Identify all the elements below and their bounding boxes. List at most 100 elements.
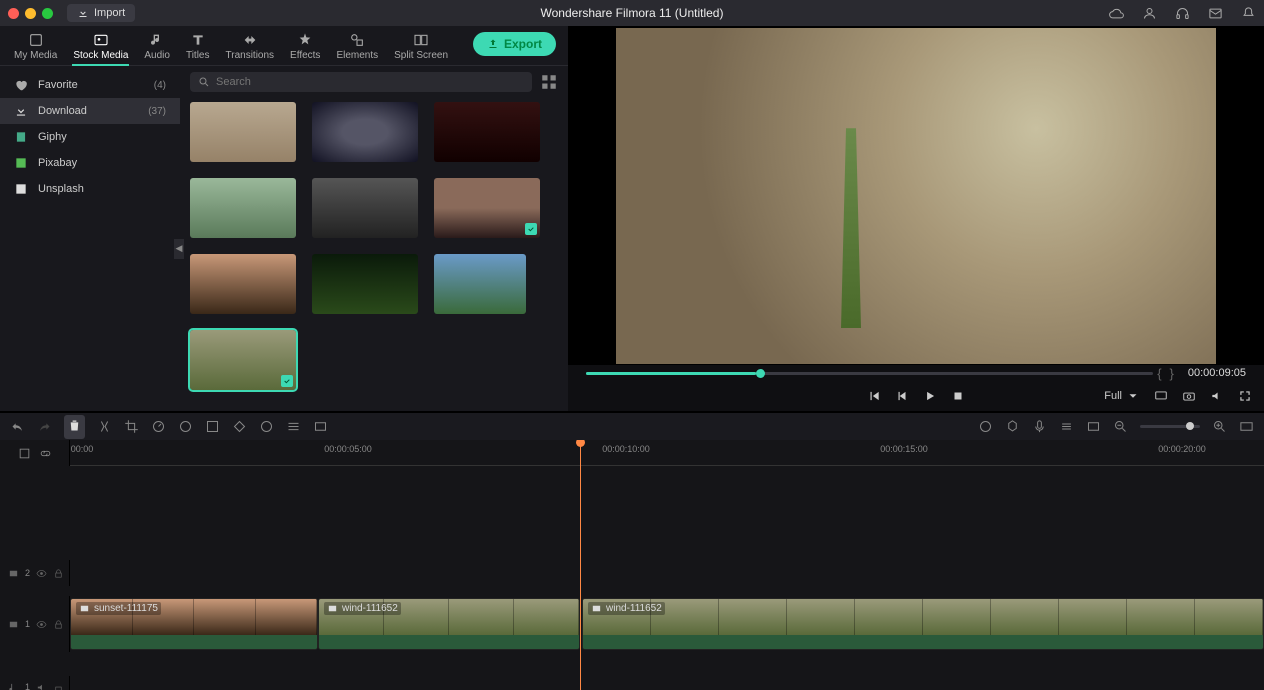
- display-icon[interactable]: [1154, 389, 1168, 403]
- preview-viewport[interactable]: [568, 26, 1264, 365]
- timeline-clip[interactable]: wind-111652: [582, 598, 1264, 650]
- prev-frame-icon[interactable]: [867, 389, 881, 403]
- sidebar-item-giphy[interactable]: Giphy: [0, 124, 180, 150]
- crop-icon[interactable]: [124, 419, 139, 434]
- tab-stock-media[interactable]: Stock Media: [65, 28, 136, 65]
- tab-audio[interactable]: Audio: [136, 28, 178, 65]
- mixer-icon[interactable]: [978, 419, 993, 434]
- tab-my-media[interactable]: My Media: [6, 28, 65, 65]
- audio-track-1: 1: [0, 676, 1264, 690]
- account-icon[interactable]: [1142, 6, 1157, 21]
- lock-icon[interactable]: [53, 619, 64, 630]
- tabs-row: My Media Stock Media Audio Titles Transi…: [0, 26, 568, 65]
- timecode-display: 00:00:09:05: [1188, 367, 1246, 379]
- tab-elements[interactable]: Elements: [328, 28, 386, 65]
- media-thumb[interactable]: [190, 102, 296, 162]
- track-options-icon[interactable]: [18, 447, 31, 460]
- mute-icon[interactable]: [36, 682, 47, 690]
- marker-icon[interactable]: [1005, 419, 1020, 434]
- volume-icon[interactable]: [1210, 389, 1224, 403]
- green-screen-icon[interactable]: [205, 419, 220, 434]
- preview-progress[interactable]: [586, 372, 1153, 375]
- delete-button[interactable]: [64, 415, 85, 439]
- clip-video-icon: [79, 603, 90, 614]
- play-icon[interactable]: [923, 389, 937, 403]
- lock-icon[interactable]: [53, 682, 64, 690]
- render-icon[interactable]: [1086, 419, 1101, 434]
- zoom-in-icon[interactable]: [1212, 419, 1227, 434]
- tab-effects[interactable]: Effects: [282, 28, 328, 65]
- search-input[interactable]: [216, 76, 524, 88]
- link-icon[interactable]: [39, 447, 52, 460]
- mark-out-icon[interactable]: }: [1170, 366, 1174, 381]
- media-thumb[interactable]: [190, 178, 296, 238]
- video-track-2: 2: [0, 560, 1264, 586]
- media-thumb[interactable]: [434, 254, 526, 314]
- fit-icon[interactable]: [1239, 419, 1254, 434]
- speed-icon[interactable]: [151, 419, 166, 434]
- mail-icon[interactable]: [1208, 6, 1223, 21]
- headphones-icon[interactable]: [1175, 6, 1190, 21]
- tab-split-screen[interactable]: Split Screen: [386, 28, 456, 65]
- video-track-1: 1 sunset-111175 wind-111652: [0, 596, 1264, 652]
- sidebar-item-unsplash[interactable]: Unsplash: [0, 176, 180, 202]
- audio-track-icon: [8, 682, 19, 690]
- adjust-icon[interactable]: [313, 419, 328, 434]
- zoom-out-icon[interactable]: [1113, 419, 1128, 434]
- import-button[interactable]: Import: [67, 4, 135, 22]
- lock-icon[interactable]: [53, 568, 64, 579]
- sidebar-item-pixabay[interactable]: Pixabay: [0, 150, 180, 176]
- clip-video-icon: [591, 603, 602, 614]
- video-track-icon: [8, 619, 19, 630]
- timeline-clip[interactable]: wind-111652: [318, 598, 580, 650]
- grid-view-icon[interactable]: [540, 73, 558, 91]
- visibility-icon[interactable]: [36, 568, 47, 579]
- sidebar-item-favorite[interactable]: Favorite(4): [0, 72, 180, 98]
- maximize-button[interactable]: [42, 8, 53, 19]
- preview-panel: { } 00:00:09:05 Full: [568, 26, 1264, 411]
- library-panel: My Media Stock Media Audio Titles Transi…: [0, 26, 568, 411]
- notification-icon[interactable]: [1241, 6, 1256, 21]
- minimize-button[interactable]: [25, 8, 36, 19]
- voiceover-icon[interactable]: [1032, 419, 1047, 434]
- media-thumb-selected[interactable]: [190, 330, 296, 390]
- media-thumb[interactable]: [312, 178, 418, 238]
- media-thumb[interactable]: [312, 254, 418, 314]
- timeline-clip[interactable]: sunset-111175: [70, 598, 318, 650]
- step-back-icon[interactable]: [895, 389, 909, 403]
- fullscreen-icon[interactable]: [1238, 389, 1252, 403]
- collapse-sidebar-handle[interactable]: ◀: [174, 239, 184, 259]
- clip-video-icon: [327, 603, 338, 614]
- menu-icon[interactable]: [286, 419, 301, 434]
- search-box[interactable]: [190, 72, 532, 92]
- close-button[interactable]: [8, 8, 19, 19]
- media-thumb[interactable]: [312, 102, 418, 162]
- settings-icon[interactable]: [1059, 419, 1074, 434]
- zoom-slider[interactable]: [1140, 425, 1200, 428]
- color-icon[interactable]: [178, 419, 193, 434]
- sidebar-item-download[interactable]: Download(37): [0, 98, 180, 124]
- tab-titles[interactable]: Titles: [178, 28, 218, 65]
- split-icon[interactable]: [97, 419, 112, 434]
- time-ruler[interactable]: 00:00 00:00:05:00 00:00:10:00 00:00:15:0…: [70, 440, 1264, 466]
- timeline: 00:00 00:00:05:00 00:00:10:00 00:00:15:0…: [0, 440, 1264, 690]
- check-icon: [281, 375, 293, 387]
- quality-dropdown[interactable]: Full: [1104, 389, 1140, 403]
- media-thumb[interactable]: [190, 254, 296, 314]
- video-track-icon: [8, 568, 19, 579]
- snapshot-icon[interactable]: [1182, 389, 1196, 403]
- media-thumb[interactable]: [434, 178, 540, 238]
- visibility-icon[interactable]: [36, 619, 47, 630]
- library-sidebar: Favorite(4) Download(37) Giphy Pixabay U…: [0, 66, 180, 411]
- cloud-icon[interactable]: [1109, 6, 1124, 21]
- tab-transitions[interactable]: Transitions: [218, 28, 283, 65]
- playhead[interactable]: [580, 440, 581, 690]
- mask-icon[interactable]: [259, 419, 274, 434]
- export-button[interactable]: Export: [473, 32, 556, 56]
- mark-in-icon[interactable]: {: [1157, 366, 1161, 381]
- keyframe-icon[interactable]: [232, 419, 247, 434]
- stop-icon[interactable]: [951, 389, 965, 403]
- undo-icon[interactable]: [10, 419, 25, 434]
- redo-icon[interactable]: [37, 419, 52, 434]
- media-thumb[interactable]: [434, 102, 540, 162]
